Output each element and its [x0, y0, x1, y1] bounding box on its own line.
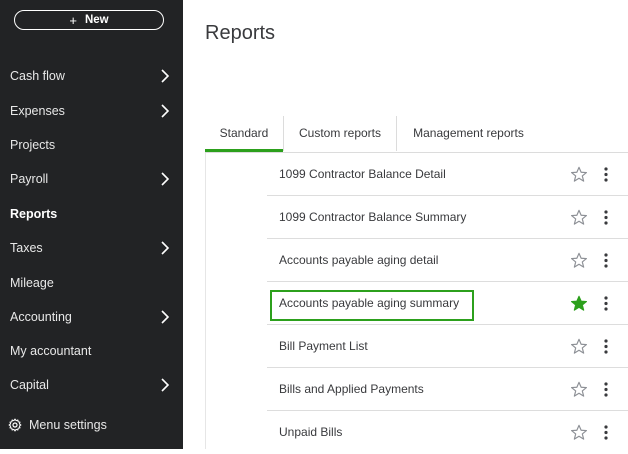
sidebar-item-capital[interactable]: Capital	[0, 370, 183, 400]
sidebar-item-taxes[interactable]: Taxes	[0, 233, 183, 263]
sidebar-item-label: Payroll	[10, 172, 49, 186]
sidebar-item-label: My accountant	[10, 344, 92, 358]
sidebar-item-expenses[interactable]: Expenses	[0, 96, 183, 126]
sidebar-item-label: Reports	[10, 207, 58, 221]
more-options-icon[interactable]	[601, 424, 611, 441]
sidebar-item-label: Accounting	[10, 310, 72, 324]
report-name[interactable]: Unpaid Bills	[279, 425, 342, 439]
chevron-right-icon	[161, 104, 170, 118]
menu-settings-button[interactable]: Menu settings	[0, 410, 183, 440]
new-button-label: New	[84, 14, 109, 26]
more-options-icon[interactable]	[601, 338, 611, 355]
chevron-right-icon	[161, 69, 170, 83]
report-row[interactable]: Bill Payment List	[267, 325, 628, 368]
star-outline-icon[interactable]	[570, 338, 588, 355]
chevron-right-icon	[161, 378, 170, 392]
report-row[interactable]: Accounts payable aging detail	[267, 239, 628, 282]
report-row[interactable]: Bills and Applied Payments	[267, 368, 628, 411]
sidebar-item-label: Taxes	[10, 241, 43, 255]
report-name[interactable]: 1099 Contractor Balance Detail	[279, 167, 446, 181]
report-list: 1099 Contractor Balance Detail 1099 Cont…	[205, 153, 628, 449]
more-options-icon[interactable]	[601, 252, 611, 269]
report-name[interactable]: Accounts payable aging summary	[279, 296, 459, 310]
star-outline-icon[interactable]	[570, 252, 588, 269]
star-filled-icon[interactable]	[570, 295, 588, 312]
report-row[interactable]: Accounts payable aging summary	[267, 282, 628, 325]
sidebar-item-label: Cash flow	[10, 69, 65, 83]
star-outline-icon[interactable]	[570, 424, 588, 441]
sidebar-item-label: Projects	[10, 138, 56, 152]
chevron-right-icon	[161, 241, 170, 255]
sidebar-item-reports[interactable]: Reports	[0, 199, 183, 229]
sidebar-item-label: Mileage	[10, 276, 54, 290]
sidebar-item-label: Expenses	[10, 104, 65, 118]
star-outline-icon[interactable]	[570, 209, 588, 226]
sidebar: + New Cash flow Expenses Projects Payrol…	[0, 0, 183, 449]
sidebar-item-payroll[interactable]: Payroll	[0, 164, 183, 194]
more-options-icon[interactable]	[601, 381, 611, 398]
tab-management-reports[interactable]: Management reports	[397, 116, 540, 150]
sidebar-item-accounting[interactable]: Accounting	[0, 302, 183, 332]
star-outline-icon[interactable]	[570, 166, 588, 183]
more-options-icon[interactable]	[601, 166, 611, 183]
new-button[interactable]: + New	[14, 10, 164, 30]
gear-icon	[8, 418, 22, 432]
tab-label: Custom reports	[298, 126, 382, 140]
report-name[interactable]: Bill Payment List	[279, 339, 368, 353]
sidebar-item-mileage[interactable]: Mileage	[0, 268, 183, 298]
menu-settings-label: Menu settings	[29, 418, 107, 432]
tab-label: Standard	[219, 125, 269, 140]
report-row[interactable]: 1099 Contractor Balance Summary	[267, 196, 628, 239]
more-options-icon[interactable]	[601, 295, 611, 312]
sidebar-item-projects[interactable]: Projects	[0, 130, 183, 160]
tab-label: Management reports	[413, 126, 524, 140]
report-name[interactable]: Accounts payable aging detail	[279, 253, 438, 267]
chevron-right-icon	[161, 310, 170, 324]
sidebar-item-cash-flow[interactable]: Cash flow	[0, 61, 183, 91]
tab-standard[interactable]: Standard	[205, 116, 283, 152]
star-outline-icon[interactable]	[570, 381, 588, 398]
report-row[interactable]: Unpaid Bills	[267, 411, 628, 454]
sidebar-item-my-accountant[interactable]: My accountant	[0, 336, 183, 366]
more-options-icon[interactable]	[601, 209, 611, 226]
report-tabs: Standard Custom reports Management repor…	[205, 116, 628, 153]
page-title: Reports	[205, 22, 276, 44]
report-name[interactable]: 1099 Contractor Balance Summary	[279, 210, 466, 224]
sidebar-item-label: Capital	[10, 378, 49, 392]
tab-custom-reports[interactable]: Custom reports	[284, 116, 396, 150]
plus-icon: +	[69, 12, 77, 28]
report-name[interactable]: Bills and Applied Payments	[279, 382, 424, 396]
report-row[interactable]: 1099 Contractor Balance Detail	[267, 153, 628, 196]
chevron-right-icon	[161, 172, 170, 186]
